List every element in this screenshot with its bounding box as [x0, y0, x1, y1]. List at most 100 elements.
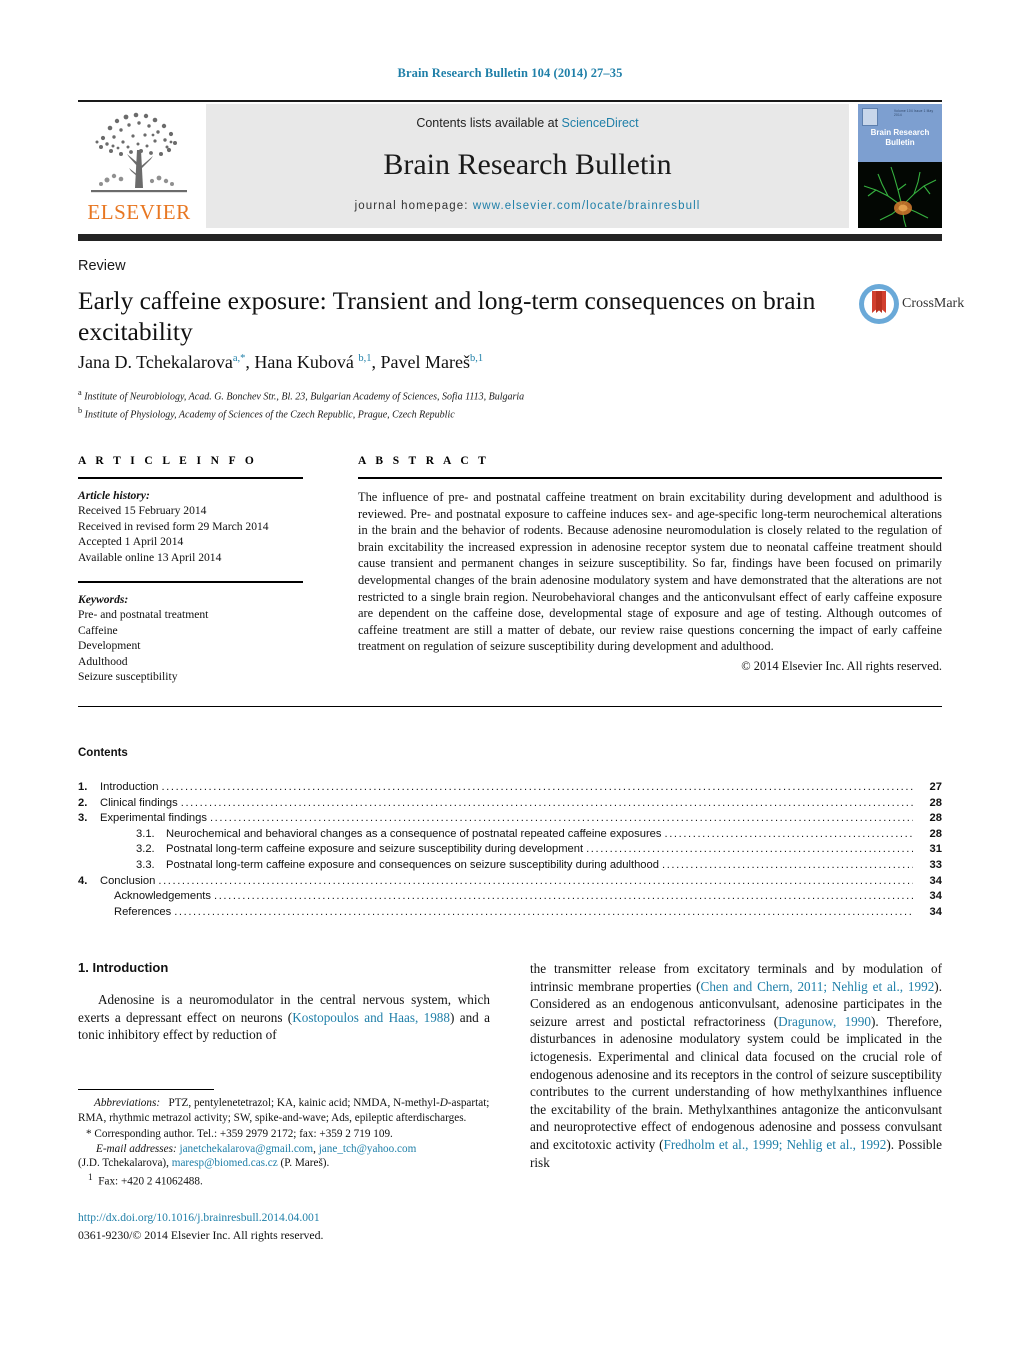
- toc-row[interactable]: 3.3. Postnatal long-term caffeine exposur…: [78, 859, 942, 875]
- toc-leader-dots: ........................................…: [180, 796, 913, 809]
- abstract-column: A B S T R A C T The influence of pre- an…: [358, 455, 942, 674]
- running-head: Brain Research Bulletin 104 (2014) 27–35: [397, 66, 623, 80]
- toc-leader-dots: ........................................…: [158, 874, 913, 887]
- toc-leader-dots: ........................................…: [174, 905, 913, 918]
- affiliation-b-text: Institute of Physiology, Academy of Scie…: [84, 409, 455, 421]
- journal-cover-thumbnail: Volume 104 Issue 1 May 2014 Brain Resear…: [858, 104, 942, 228]
- journal-header-band: ELSEVIER Contents lists available at Sci…: [78, 104, 942, 228]
- cover-title-line1: Brain Research: [870, 128, 930, 137]
- footnote-block: Abbreviations: PTZ, pentylenetetrazol; K…: [78, 1096, 490, 1189]
- affiliation-a: a Institute of Neurobiology, Acad. G. Bo…: [78, 388, 525, 403]
- toc-label: Postnatal long-term caffeine exposure an…: [166, 858, 659, 871]
- history-item: Received 15 February 2014: [78, 504, 207, 518]
- toc-label: Introduction: [100, 781, 159, 793]
- keywords-label: Keywords:: [78, 593, 129, 607]
- neuron-illustration: [858, 162, 942, 228]
- issn-copyright-line: 0361-9230/© 2014 Elsevier Inc. All right…: [78, 1228, 324, 1242]
- article-history-block: Article history: Received 15 February 20…: [78, 488, 303, 565]
- article-type-label: Review: [78, 258, 126, 274]
- toc-label: Postnatal long-term caffeine exposure an…: [166, 843, 584, 856]
- abstract-heading: A B S T R A C T: [358, 455, 490, 467]
- toc-number: 1.: [78, 781, 88, 793]
- journal-homepage-label: journal homepage:: [354, 200, 473, 212]
- toc-number: 3.: [78, 812, 88, 825]
- cover-neuron-image: [858, 162, 942, 228]
- abstract-rule: [358, 477, 942, 479]
- journal-info-panel: Contents lists available at ScienceDirec…: [206, 104, 849, 228]
- affiliation-a-text: Institute of Neurobiology, Acad. G. Bonc…: [84, 391, 525, 403]
- cover-title-line2: Bulletin: [885, 138, 915, 147]
- doi-link[interactable]: http://dx.doi.org/10.1016/j.brainresbull…: [78, 1211, 320, 1224]
- section-heading-introduction: 1. Introduction: [78, 960, 169, 975]
- toc-label: Neurochemical and behavioral changes as …: [166, 827, 662, 840]
- toc-row[interactable]: 2. Clinical findings.....................…: [78, 797, 942, 813]
- toc-page-number: 33: [929, 858, 942, 871]
- toc-label: References: [114, 905, 172, 918]
- cover-title: Brain Research Bulletin: [858, 128, 942, 148]
- sciencedirect-link[interactable]: ScienceDirect: [562, 116, 639, 130]
- table-of-contents: 1. Introduction..........................…: [78, 781, 942, 921]
- intro-paragraph-left: Adenosine is a neuromodulator in the cen…: [78, 992, 490, 1043]
- affiliation-b: b Institute of Physiology, Academy of Sc…: [78, 405, 455, 421]
- toc-leader-dots: ........................................…: [586, 843, 913, 856]
- article-history-label: Article history:: [78, 489, 150, 502]
- keyword-item: Caffeine: [78, 623, 118, 637]
- history-item: Received in revised form 29 March 2014: [78, 519, 269, 533]
- paper-page: Brain Research Bulletin 104 (2014) 27–35: [0, 0, 1020, 1351]
- toc-leader-dots: ........................................…: [161, 781, 913, 793]
- journal-homepage-line: journal homepage: www.elsevier.com/locat…: [206, 200, 849, 212]
- affiliations: a Institute of Neurobiology, Acad. G. Bo…: [78, 386, 858, 422]
- elsevier-tree-icon: [91, 112, 187, 193]
- toc-leader-dots: ........................................…: [664, 827, 913, 840]
- toc-label: Experimental findings: [100, 812, 207, 825]
- toc-page-number: 34: [929, 874, 942, 887]
- keywords-rule: [78, 581, 303, 584]
- crossmark-icon: [859, 284, 899, 324]
- keyword-item: Development: [78, 639, 141, 653]
- toc-page-number: 28: [929, 812, 942, 825]
- body-column-left: 1. Introduction Adenosine is a neuromodu…: [78, 960, 490, 1044]
- toc-row[interactable]: 4. Conclusion............................…: [78, 875, 942, 891]
- abstract-copyright: © 2014 Elsevier Inc. All rights reserved…: [741, 658, 942, 673]
- contents-heading: Contents: [78, 747, 128, 759]
- elsevier-logo: ELSEVIER: [78, 104, 200, 228]
- abstract-text: The influence of pre- and postnatal caff…: [358, 490, 942, 654]
- toc-page-number: 27: [929, 781, 942, 793]
- toc-number: 2.: [78, 796, 88, 809]
- crossmark-label: CrossMark: [902, 296, 965, 311]
- toc-page-number: 28: [929, 796, 942, 809]
- toc-row[interactable]: Acknowledgements........................…: [78, 890, 942, 906]
- header-bottom-rule: [78, 234, 942, 241]
- keyword-item: Seizure susceptibility: [78, 670, 178, 684]
- abstract-bottom-rule: [78, 706, 942, 707]
- history-item: Available online 13 April 2014: [78, 550, 222, 564]
- cover-volume-text: Volume 104 Issue 1 May 2014: [894, 109, 934, 117]
- cover-publisher-badge: [862, 108, 878, 126]
- footnote-abbreviations: Abbreviations: PTZ, pentylenetetrazol; K…: [78, 1097, 490, 1124]
- footnote-rule: [78, 1089, 214, 1090]
- toc-row[interactable]: 3. Experimental findings.................…: [78, 812, 942, 828]
- article-info-column: A R T I C L E I N F O Article history: R…: [78, 455, 303, 684]
- footnote-fax: 1 Fax: +420 2 41062488.: [88, 1172, 203, 1188]
- toc-row[interactable]: 3.1. Neurochemical and behavioral changes…: [78, 828, 942, 844]
- toc-page-number: 31: [929, 843, 942, 856]
- keyword-item: Pre- and postnatal treatment: [78, 608, 209, 622]
- journal-homepage-link[interactable]: www.elsevier.com/locate/brainresbull: [473, 200, 701, 212]
- keyword-item: Adulthood: [78, 654, 128, 668]
- footnote-emails-continued[interactable]: (J.D. Tchekalarova), maresp@biomed.cas.c…: [78, 1156, 490, 1171]
- toc-label: Acknowledgements: [114, 890, 212, 903]
- body-column-right: the transmitter release from excitatory …: [530, 960, 942, 1171]
- toc-row[interactable]: 3.2. Postnatal long-term caffeine exposur…: [78, 843, 942, 859]
- footnote-emails[interactable]: E-mail addresses: janetchekalarova@gmail…: [78, 1142, 490, 1157]
- toc-row[interactable]: References..............................…: [78, 906, 942, 922]
- toc-row[interactable]: 1. Introduction..........................…: [78, 781, 942, 797]
- article-info-rule: [78, 477, 303, 479]
- intro-paragraph-right: the transmitter release from excitatory …: [530, 961, 943, 1170]
- toc-page-number: 34: [929, 890, 942, 903]
- journal-title: Brain Research Bulletin: [383, 148, 672, 181]
- toc-page-number: 34: [929, 905, 942, 918]
- toc-label: Conclusion: [100, 874, 156, 887]
- elsevier-wordmark: ELSEVIER: [87, 200, 191, 224]
- toc-subnumber: 3.3.: [136, 858, 155, 871]
- crossmark-badge[interactable]: CrossMark: [858, 283, 964, 331]
